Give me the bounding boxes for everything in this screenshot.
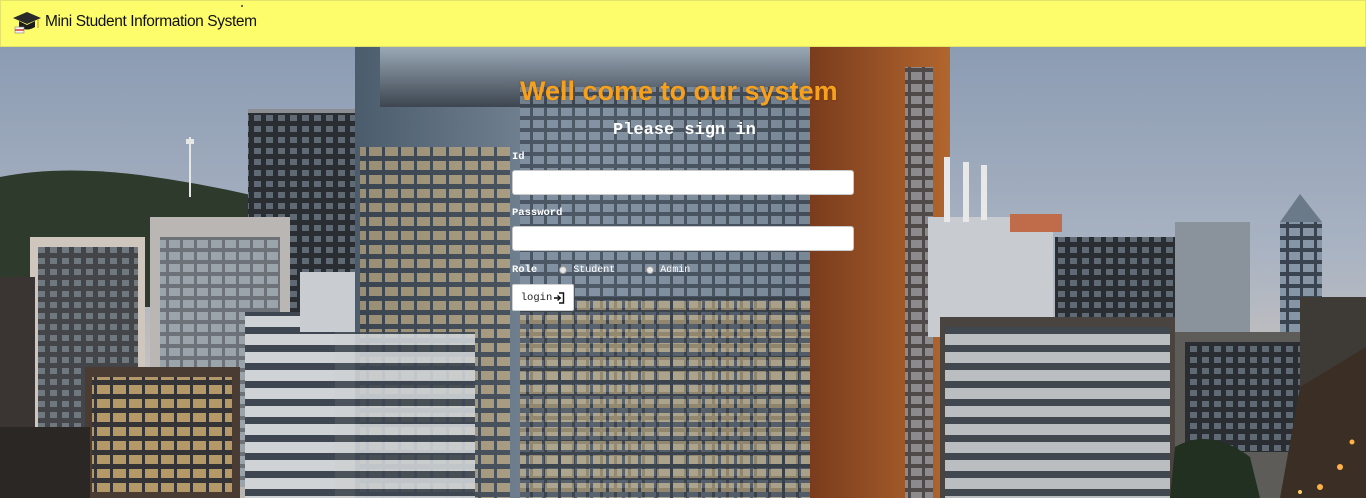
- brand[interactable]: Mini Student Information System: [12, 7, 257, 37]
- password-label: Password: [512, 207, 563, 219]
- role-label: Role: [512, 264, 538, 276]
- login-button-label: login: [520, 291, 553, 304]
- student-radio[interactable]: [559, 266, 568, 274]
- login-button[interactable]: login: [512, 284, 574, 311]
- graduation-cap-icon: [13, 11, 41, 33]
- id-label: Id: [512, 151, 525, 163]
- password-input[interactable]: [512, 226, 854, 251]
- id-input[interactable]: [512, 170, 854, 195]
- admin-radio[interactable]: [646, 266, 655, 274]
- welcome-heading: Well come to our system: [520, 76, 838, 106]
- admin-radio-label[interactable]: Admin: [660, 265, 690, 276]
- sign-in-title: Please sign in: [613, 121, 756, 140]
- sign-in-icon: [554, 291, 565, 304]
- role-selector: Role Student Admin: [512, 264, 690, 276]
- header-dot: [241, 5, 243, 7]
- student-radio-label[interactable]: Student: [573, 265, 615, 276]
- app-title: Mini Student Information System: [45, 12, 257, 30]
- top-header-bar: Mini Student Information System: [0, 0, 1366, 47]
